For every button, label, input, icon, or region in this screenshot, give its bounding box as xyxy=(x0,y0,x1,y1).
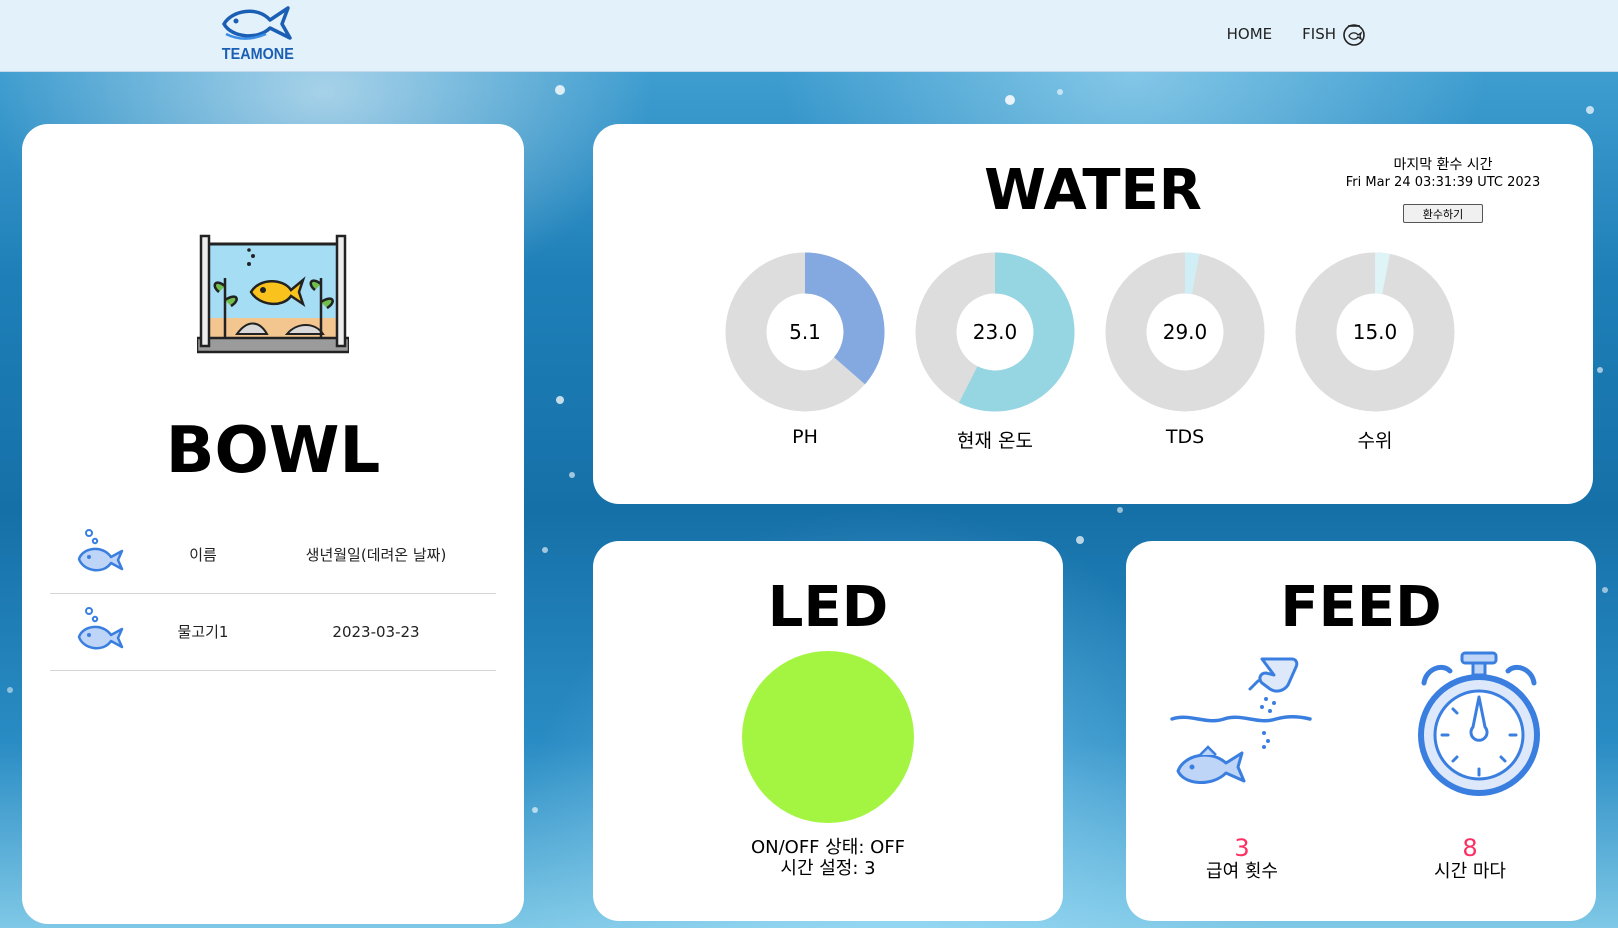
aquarium-icon xyxy=(197,234,349,354)
table-header-date: 생년월일(데려온 날짜) xyxy=(256,516,496,594)
teamone-logo[interactable]: TEAMONE xyxy=(218,4,294,68)
ph-label: PH xyxy=(792,426,818,448)
feed-title: FEED xyxy=(1280,575,1442,640)
fish-table-header-row: 이름 생년월일(데려온 날짜) xyxy=(50,516,496,594)
temperature-value: 23.0 xyxy=(973,320,1018,344)
water-level-label: 수위 xyxy=(1357,430,1393,452)
feed-count-label: 급여 횟수 xyxy=(1206,861,1278,882)
feed-count-stat: 3 급여 횟수 xyxy=(1162,835,1322,883)
fish-bubble-icon xyxy=(77,529,124,572)
feed-interval-label: 시간 마다 xyxy=(1434,861,1506,882)
fish-table: 이름 생년월일(데려온 날짜) 물고기1 2023-03-23 xyxy=(50,516,496,671)
tds-value: 29.0 xyxy=(1163,320,1208,344)
last-change-label: 마지막 환수 시간 xyxy=(1393,157,1493,173)
nav-fish-link[interactable]: FISH xyxy=(1302,22,1366,46)
gauge-tds: 29.0 TDS xyxy=(1105,252,1265,453)
nav-home-link[interactable]: HOME xyxy=(1227,25,1273,43)
water-change-button[interactable]: 환수하기 xyxy=(1403,204,1483,223)
bowl-card: BOWL 이름 생년월일(데려온 날짜) 물고기1 2023-03-23 xyxy=(22,124,524,924)
water-card: WATER 마지막 환수 시간 Fri Mar 24 03:31:39 UTC … xyxy=(593,124,1593,504)
led-onoff-status: ON/OFF 상태: OFF xyxy=(750,837,906,858)
fish-logo-icon xyxy=(222,6,292,40)
fish-date-cell: 2023-03-23 xyxy=(256,593,496,671)
led-status: ON/OFF 상태: OFF 시간 설정: 3 xyxy=(593,837,1063,879)
water-level-donut-chart: 15.0 xyxy=(1295,252,1455,412)
water-change-panel: 마지막 환수 시간 Fri Mar 24 03:31:39 UTC 2023 환… xyxy=(1338,154,1548,223)
gauge-water-level: 15.0 수위 xyxy=(1295,252,1455,453)
nav-home-label: HOME xyxy=(1226,25,1273,43)
ph-value: 5.1 xyxy=(789,320,821,344)
feed-interval-stat: 8 시간 마다 xyxy=(1390,835,1550,883)
last-change-time: Fri Mar 24 03:31:39 UTC 2023 xyxy=(1345,175,1541,190)
feeding-fish-icon xyxy=(1170,657,1312,784)
top-navbar: TEAMONE HOME FISH xyxy=(0,0,1618,72)
feed-interval-value: 8 xyxy=(1462,834,1478,862)
main-nav: HOME FISH xyxy=(1227,22,1366,46)
led-indicator[interactable] xyxy=(742,651,914,823)
tds-donut-chart: 29.0 xyxy=(1105,252,1265,412)
led-title: LED xyxy=(767,575,889,640)
water-gauges: 5.1 PH 23.0 현재 온도 29.0 TDS 15.0 수위 xyxy=(725,252,1455,453)
temperature-donut-chart: 23.0 xyxy=(915,252,1075,412)
fish-name-cell: 물고기1 xyxy=(150,593,256,671)
table-header-name: 이름 xyxy=(150,516,256,594)
water-level-value: 15.0 xyxy=(1353,320,1398,344)
tds-label: TDS xyxy=(1165,426,1205,448)
donut-value-arc xyxy=(1184,252,1200,295)
ph-donut-chart: 5.1 xyxy=(725,252,885,412)
temperature-label: 현재 온도 xyxy=(957,430,1033,452)
feed-count-value: 3 xyxy=(1234,834,1250,862)
led-card: LED ON/OFF 상태: OFF 시간 설정: 3 xyxy=(593,541,1063,921)
bowl-title: BOWL xyxy=(165,414,381,488)
stopwatch-icon xyxy=(1418,651,1540,796)
gauge-temperature: 23.0 현재 온도 xyxy=(915,252,1075,453)
feed-card: FEED 3 급여 횟수 8 시간 마다 xyxy=(1126,541,1596,921)
table-row: 물고기1 2023-03-23 xyxy=(50,593,496,671)
fish-bubble-icon xyxy=(77,606,124,649)
gauge-ph: 5.1 PH xyxy=(725,252,885,453)
nav-fish-label: FISH xyxy=(1302,25,1336,43)
logo-text: TEAMONE xyxy=(221,46,294,63)
donut-value-arc xyxy=(1374,252,1390,295)
led-time-setting: 시간 설정: 3 xyxy=(780,858,876,879)
fishbowl-icon xyxy=(1343,24,1365,46)
